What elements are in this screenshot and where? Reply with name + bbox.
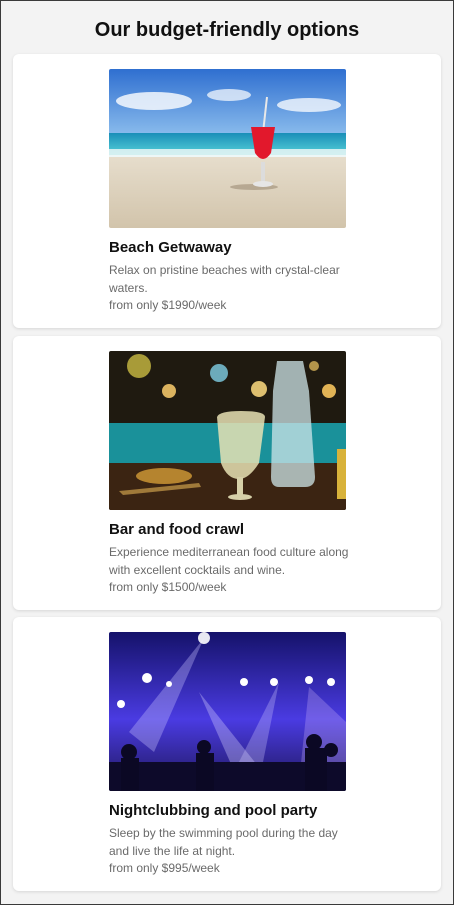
page-frame: Our budget-friendly options Beach Getwaw… (0, 0, 454, 905)
nightclub-photo (109, 632, 346, 791)
option-title: Bar and food crawl (109, 521, 245, 538)
bar-image-illustration (109, 351, 346, 510)
option-card-beach[interactable]: Beach Getwaway Relax on pristine beaches… (13, 54, 441, 328)
option-price: from only $995/week (109, 861, 220, 875)
bar-photo (109, 351, 346, 510)
option-title: Beach Getwaway (109, 239, 232, 256)
option-description: Relax on pristine beaches with crystal-c… (109, 263, 340, 295)
page-title: Our budget-friendly options (94, 19, 360, 41)
option-price: from only $1500/week (109, 580, 227, 594)
option-price: from only $1990/week (109, 298, 227, 312)
option-description: Sleep by the swimming pool during the da… (109, 826, 338, 858)
beach-image-illustration (109, 69, 346, 228)
option-description: Experience mediterranean food culture al… (109, 545, 349, 577)
option-title: Nightclubbing and pool party (109, 802, 318, 819)
beach-photo (109, 69, 346, 228)
option-card-bar-food[interactable]: Bar and food crawl Experience mediterran… (13, 336, 441, 610)
nightclub-image-illustration (109, 632, 346, 791)
option-card-nightclubbing[interactable]: Nightclubbing and pool party Sleep by th… (13, 617, 441, 891)
